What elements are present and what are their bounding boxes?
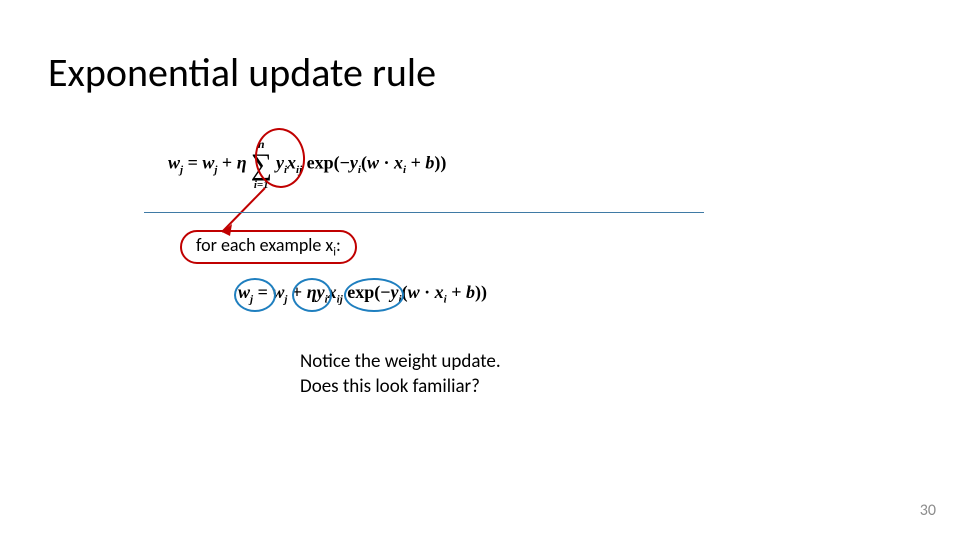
notice-line-1: Notice the weight update.: [300, 350, 501, 375]
eq1-close: )): [434, 153, 446, 173]
caption-for-each-example: for each example xi:: [180, 230, 357, 264]
divider: [144, 212, 704, 213]
eq1-dot: ·: [379, 153, 394, 173]
eq1-bold-x: x: [394, 153, 403, 173]
eq1-equals: =: [183, 153, 202, 173]
caption-text-a: for each example x: [196, 234, 333, 256]
eq1-exp-open: exp(−: [302, 153, 350, 173]
eq2-bold-x: x: [435, 282, 444, 302]
eq1-plus-b: +: [406, 153, 425, 173]
eq2-dot: ·: [420, 282, 435, 302]
annotation-circle-wj-rhs: [292, 278, 332, 312]
eq1-w-rhs: w: [202, 153, 214, 173]
eq1-eta: η: [237, 153, 247, 173]
eq2-plus-b: +: [447, 282, 466, 302]
caption-text-b: :: [336, 234, 341, 256]
annotation-circle-wj-lhs: [234, 278, 276, 312]
page-number: 30: [920, 501, 936, 520]
annotation-circle-eta-term: [344, 278, 404, 312]
eq1-w-lhs: w: [168, 153, 180, 173]
slide-title: Exponential update rule: [48, 48, 436, 97]
eq1-b: b: [425, 153, 434, 173]
eq1-bold-w: w: [367, 153, 379, 173]
eq2-close: )): [475, 282, 487, 302]
notice-line-2: Does this look familiar?: [300, 375, 501, 400]
eq1-y2: y: [350, 153, 358, 173]
eq2-b: b: [466, 282, 475, 302]
eq2-bold-w: w: [408, 282, 420, 302]
eq1-plus: +: [217, 153, 236, 173]
notice-text: Notice the weight update. Does this look…: [300, 350, 501, 399]
